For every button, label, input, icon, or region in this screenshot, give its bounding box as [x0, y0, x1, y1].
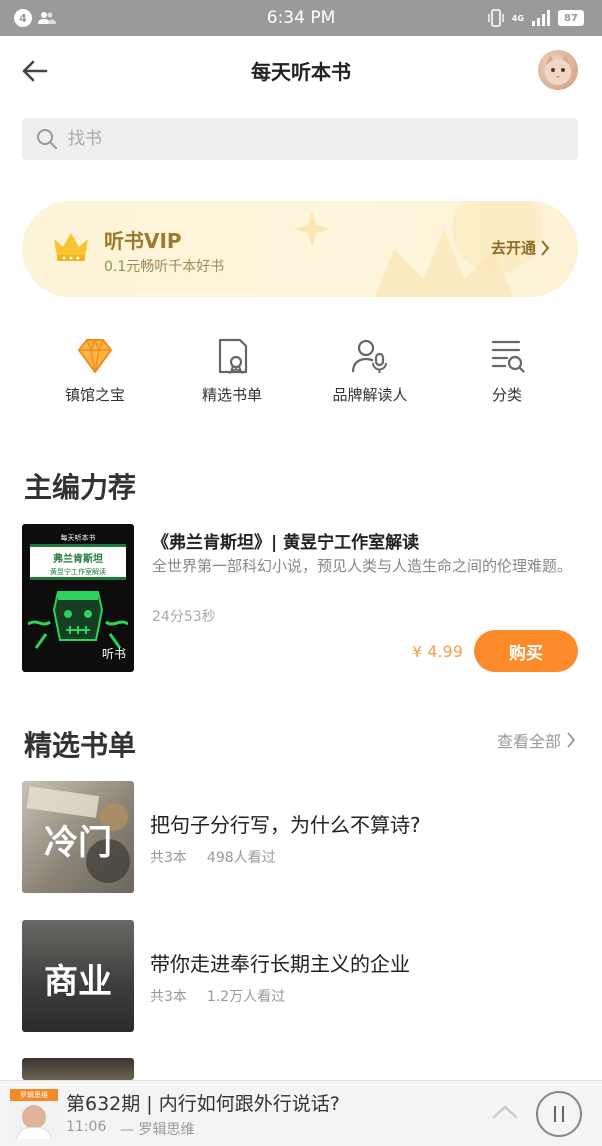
booklist-title: 把句子分行写，为什么不算诗? — [150, 813, 421, 837]
cat-avatar-icon — [545, 55, 571, 85]
avatar[interactable] — [538, 50, 578, 90]
book-price: ¥ 4.99 — [412, 642, 463, 661]
category-label: 分类 — [491, 386, 522, 404]
booklist-thumbnail-partial — [22, 1058, 134, 1080]
vip-open-button[interactable]: 去开通 — [491, 237, 550, 258]
search-input[interactable] — [68, 129, 548, 149]
diamond-icon — [78, 337, 112, 373]
chevron-right-icon — [567, 732, 576, 748]
booklist-icon — [218, 338, 248, 375]
crown-icon — [54, 233, 88, 261]
booklist-title: 带你走进奉行长期主义的企业 — [150, 952, 410, 976]
page-title: 每天听本书 — [251, 60, 351, 84]
thumbnail-text: 冷门 — [44, 823, 112, 863]
category-label: 品牌解读人 — [332, 386, 408, 404]
booklist-count: 共3本 — [150, 989, 187, 1005]
status-bar: 4 6:34 PM 4G 87 — [0, 0, 602, 36]
cover-subtitle: 黄昱宁工作室解读 — [50, 568, 106, 576]
signal-icon — [532, 10, 550, 26]
category-label: 精选书单 — [201, 386, 262, 404]
player-thumbnail-label: 罗辑思维 — [20, 1091, 48, 1099]
player-thumbnail: 罗辑思维 — [10, 1089, 58, 1139]
vip-open-label: 去开通 — [490, 239, 536, 257]
cover-brand: 每天听本书 — [60, 534, 96, 542]
booklist-thumbnail: 商业 — [22, 920, 134, 1032]
search-icon — [37, 129, 57, 149]
player-time: 11:06 — [66, 1119, 107, 1135]
pause-icon — [554, 1106, 556, 1122]
chevron-right-icon — [541, 239, 550, 256]
vip-subtitle: 0.1元畅听千本好书 — [104, 259, 225, 275]
see-all-label: 查看全部 — [496, 732, 561, 751]
booklist-meta: 共3本 498人看过 — [150, 847, 276, 867]
category-treasure[interactable]: 镇馆之宝 — [25, 336, 165, 405]
booklist-views: 1.2万人看过 — [206, 989, 286, 1005]
thumbnail-text: 商业 — [44, 962, 112, 1002]
book-title: 《弗兰肯斯坦》| 黄昱宁工作室解读 — [152, 533, 420, 553]
host-shirt — [16, 1127, 52, 1139]
list-item[interactable]: 商业 带你走进奉行长期主义的企业 共3本 1.2万人看过 — [22, 920, 582, 1032]
category-label: 镇馆之宝 — [64, 386, 125, 404]
booklist-views: 498人看过 — [206, 850, 276, 866]
player-author: — 罗辑思维 — [120, 1122, 195, 1138]
category-interpreters[interactable]: 品牌解读人 — [300, 336, 440, 405]
app-header: 每天听本书 — [0, 36, 602, 104]
monster-illustration-icon — [28, 591, 128, 649]
featured-book-card[interactable]: 每天听本书 弗兰肯斯坦 黄昱宁工作室解读 听书 《弗兰肯斯坦》| 黄昱宁工作室解… — [22, 524, 582, 674]
sparkle-icon — [294, 211, 330, 247]
book-description: 全世界第一部科幻小说，预见人类与人造生命之间的伦理难题。 — [152, 557, 573, 575]
booklist-thumbnail: 冷门 — [22, 781, 134, 893]
mini-player[interactable]: 罗辑思维 第632期 | 内行如何跟外行说话? 11:06 — 罗辑思维 — [0, 1080, 602, 1146]
vibrate-icon — [488, 9, 504, 27]
book-cover: 每天听本书 弗兰肯斯坦 黄昱宁工作室解读 听书 — [22, 524, 134, 672]
buy-button[interactable]: 购买 — [474, 630, 578, 672]
pause-button[interactable] — [536, 1091, 582, 1137]
search-bar[interactable] — [22, 118, 578, 160]
category-icon — [491, 340, 525, 373]
category-row: 镇馆之宝 精选书单 品牌解读人 分类 — [0, 336, 602, 416]
category-classify[interactable]: 分类 — [437, 336, 577, 405]
booklist-meta: 共3本 1.2万人看过 — [150, 986, 285, 1006]
vip-title: 听书VIP — [104, 229, 182, 253]
vip-banner[interactable]: 听书VIP 0.1元畅听千本好书 去开通 — [22, 201, 578, 297]
battery-indicator: 87 — [558, 10, 584, 26]
cover-title: 弗兰肯斯坦 — [53, 554, 103, 565]
see-all-button[interactable]: 查看全部 — [497, 728, 576, 752]
cover-title-box: 弗兰肯斯坦 黄昱宁工作室解读 — [30, 544, 126, 580]
player-title: 第632期 | 内行如何跟外行说话? — [66, 1093, 340, 1115]
pause-icon — [562, 1106, 564, 1122]
network-label: 4G — [511, 13, 524, 23]
section-title-booklists: 精选书单 — [24, 729, 137, 762]
host-face — [22, 1105, 46, 1129]
booklist-count: 共3本 — [150, 850, 187, 866]
chevron-up-icon[interactable] — [492, 1103, 518, 1119]
section-title-featured: 主编力荐 — [24, 471, 137, 504]
book-duration: 24分53秒 — [152, 609, 216, 625]
category-booklists[interactable]: 精选书单 — [162, 336, 302, 405]
cover-tag: 听书 — [101, 647, 126, 661]
list-item[interactable]: 冷门 把句子分行写，为什么不算诗? 共3本 498人看过 — [22, 781, 582, 893]
interpreter-icon — [351, 339, 387, 373]
